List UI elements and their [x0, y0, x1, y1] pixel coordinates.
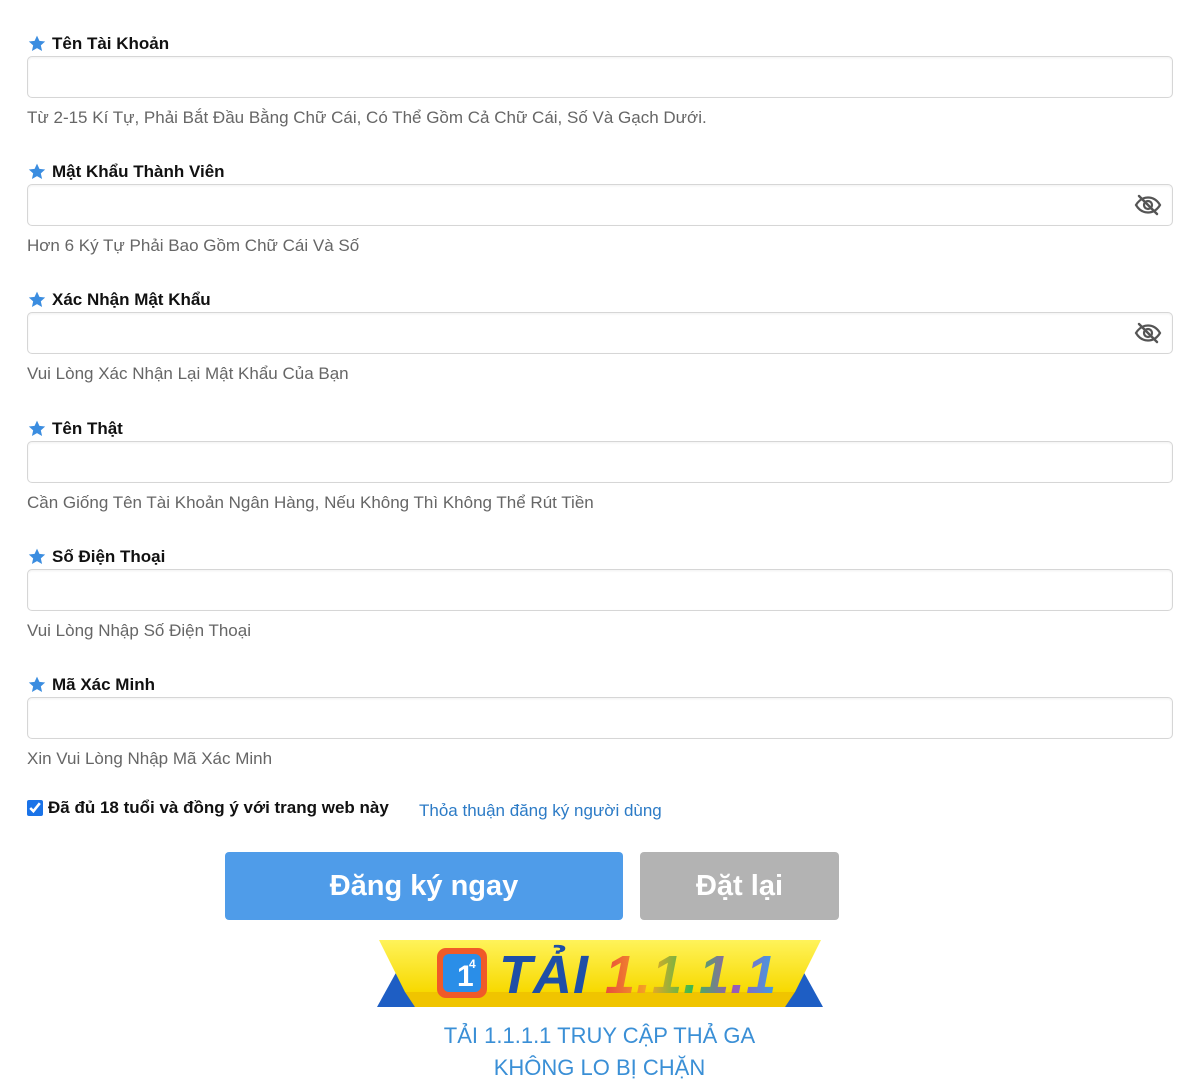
confirm-password-field: Xác Nhận Mật Khẩu Vui Lòng Xác Nhận Lại …: [27, 266, 1173, 386]
verification-code-field: Mã Xác Minh Xin Vui Lòng Nhập Mã Xác Min…: [27, 651, 1173, 771]
real-name-field: Tên Thật Cần Giống Tên Tài Khoản Ngân Hà…: [27, 395, 1173, 515]
phone-input[interactable]: [28, 570, 1172, 610]
phone-label: Số Điện Thoại: [52, 547, 166, 566]
confirm-password-input-box[interactable]: [27, 312, 1173, 354]
real-name-label-row: Tên Thật: [27, 417, 123, 441]
username-hint: Từ 2-15 Kí Tự, Phải Bắt Đầu Bằng Chữ Cái…: [27, 108, 707, 127]
eye-slash-icon[interactable]: [1134, 193, 1162, 217]
phone-field: Số Điện Thoại Vui Lòng Nhập Số Điện Thoạ…: [27, 523, 1173, 643]
confirm-password-hint: Vui Lòng Xác Nhận Lại Mật Khẩu Của Bạn: [27, 364, 349, 383]
svg-text:4: 4: [469, 957, 476, 971]
register-button[interactable]: Đăng ký ngay: [225, 852, 623, 920]
eye-slash-icon[interactable]: [1134, 321, 1162, 345]
password-input-box[interactable]: [27, 184, 1173, 226]
star-icon: [28, 420, 46, 436]
user-agreement-link[interactable]: Thỏa thuận đăng ký người dùng: [419, 801, 662, 821]
star-icon: [28, 35, 46, 51]
app-logo-icon: 1 4: [437, 948, 487, 998]
banner-number: 1.1.1.1: [605, 945, 778, 1005]
star-icon: [28, 163, 46, 179]
phone-hint: Vui Lòng Nhập Số Điện Thoại: [27, 621, 251, 640]
username-label: Tên Tài Khoản: [52, 34, 170, 53]
star-icon: [28, 291, 46, 307]
download-banner[interactable]: 1 4 TẢI 1.1.1.1: [377, 940, 823, 1008]
reset-button[interactable]: Đặt lại: [640, 852, 839, 920]
verification-code-input-box[interactable]: [27, 697, 1173, 739]
verification-code-hint: Xin Vui Lòng Nhập Mã Xác Minh: [27, 749, 273, 768]
star-icon: [28, 548, 46, 564]
promo-line-1: TẢI 1.1.1.1 TRUY CẬP THẢ GA: [443, 1023, 756, 1048]
password-field: Mật Khẩu Thành Viên Hơn 6 Ký Tự Phải Bao…: [27, 138, 1173, 258]
phone-input-box[interactable]: [27, 569, 1173, 611]
confirm-password-label-row: Xác Nhận Mật Khẩu: [27, 288, 211, 312]
real-name-hint: Cần Giống Tên Tài Khoản Ngân Hàng, Nếu K…: [27, 493, 594, 512]
banner-tai: TẢI: [499, 945, 589, 1005]
real-name-label: Tên Thật: [52, 419, 123, 438]
verification-code-label: Mã Xác Minh: [52, 675, 155, 694]
star-icon: [28, 676, 46, 692]
verification-code-label-row: Mã Xác Minh: [27, 673, 155, 697]
password-label-row: Mật Khẩu Thành Viên: [27, 160, 225, 184]
verification-code-input[interactable]: [28, 698, 1172, 738]
age-agreement-text: Đã đủ 18 tuổi và đồng ý với trang web nà…: [48, 798, 389, 817]
age-agreement[interactable]: Đã đủ 18 tuổi và đồng ý với trang web nà…: [27, 798, 389, 818]
confirm-password-label: Xác Nhận Mật Khẩu: [52, 290, 211, 309]
username-input-box[interactable]: [27, 56, 1173, 98]
phone-label-row: Số Điện Thoại: [27, 545, 165, 569]
password-hint: Hơn 6 Ký Tự Phải Bao Gồm Chữ Cái Và Số: [27, 236, 360, 255]
username-input[interactable]: [28, 57, 1172, 97]
confirm-password-input[interactable]: [28, 313, 1172, 353]
username-label-row: Tên Tài Khoản: [27, 32, 169, 56]
password-label: Mật Khẩu Thành Viên: [52, 162, 225, 181]
password-input[interactable]: [28, 185, 1172, 225]
real-name-input[interactable]: [28, 442, 1172, 482]
promo-text[interactable]: TẢI 1.1.1.1 TRUY CẬP THẢ GA KHÔNG LO BỊ …: [0, 1020, 1199, 1084]
banner-title: TẢI 1.1.1.1: [499, 944, 777, 1006]
username-field: Tên Tài Khoản Từ 2-15 Kí Tự, Phải Bắt Đầ…: [27, 10, 1173, 130]
real-name-input-box[interactable]: [27, 441, 1173, 483]
promo-line-2: KHÔNG LO BỊ CHẶN: [493, 1055, 706, 1080]
age-agreement-checkbox[interactable]: [27, 800, 43, 816]
